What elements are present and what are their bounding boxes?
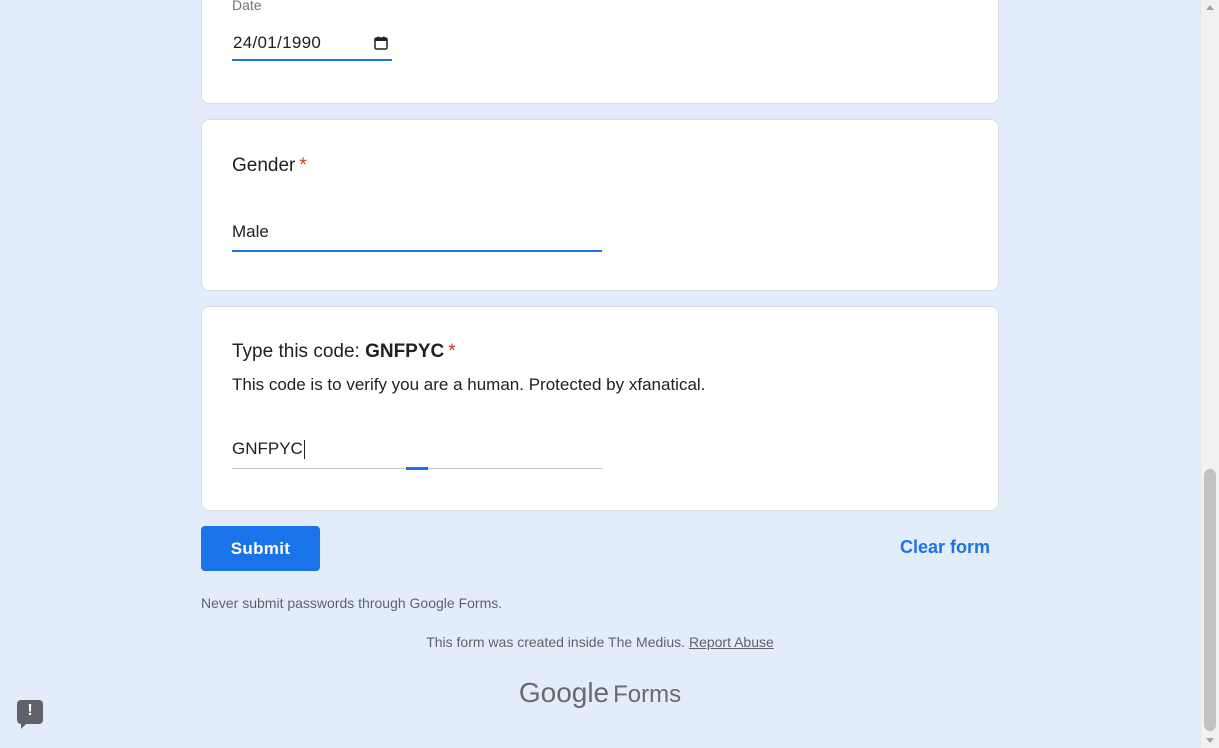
code-answer-text: GNFPYC — [232, 439, 303, 458]
gender-question-card: Gender * Male — [201, 119, 999, 291]
code-answer-input[interactable]: GNFPYC — [232, 431, 602, 470]
calendar-icon[interactable] — [374, 36, 388, 50]
required-asterisk: * — [448, 341, 456, 362]
gender-question-title: Gender * — [232, 155, 307, 177]
report-abuse-link[interactable]: Report Abuse — [689, 634, 774, 650]
logo-google-text: Google — [518, 677, 610, 708]
logo-forms-text: Forms — [613, 681, 682, 708]
code-answer-text-wrapper: GNFPYC — [232, 439, 305, 460]
footer-created-text: This form was created inside The Medius. — [426, 634, 689, 650]
verification-code: GNFPYC — [365, 341, 445, 362]
date-input[interactable]: 24/01/1990 — [232, 21, 392, 61]
scroll-up-arrow-icon[interactable] — [1206, 5, 1214, 10]
code-question-card: Type this code: GNFPYC * This code is to … — [201, 306, 999, 511]
vertical-scrollbar[interactable] — [1200, 0, 1219, 748]
feedback-icon[interactable]: ! — [17, 700, 43, 729]
date-question-card: Date 24/01/1990 — [201, 0, 999, 104]
scrollbar-thumb[interactable] — [1204, 469, 1216, 731]
submit-button[interactable]: Submit — [201, 526, 320, 571]
date-field-label: Date — [232, 0, 262, 13]
gender-answer-text: Male — [232, 222, 269, 241]
footer-created-line: This form was created inside The Medius.… — [0, 634, 1200, 650]
code-question-title: Type this code: GNFPYC * — [232, 341, 456, 363]
gender-title-text: Gender — [232, 155, 296, 176]
code-title-prefix: Type this code: — [232, 341, 366, 362]
form-page: Date 24/01/1990 Gender * Male Type this c… — [0, 0, 1219, 748]
required-asterisk: * — [299, 155, 307, 176]
google-forms-logo[interactable]: Google Forms — [0, 677, 1200, 709]
text-cursor — [303, 440, 305, 460]
code-question-description: This code is to verify you are a human. … — [232, 375, 706, 394]
gender-answer-input[interactable]: Male — [232, 214, 602, 252]
password-warning: Never submit passwords through Google Fo… — [201, 595, 503, 611]
clear-form-button[interactable]: Clear form — [900, 537, 990, 558]
date-value: 24/01/1990 — [233, 33, 322, 52]
focus-underline — [406, 467, 428, 470]
scroll-down-arrow-icon[interactable] — [1206, 738, 1214, 743]
